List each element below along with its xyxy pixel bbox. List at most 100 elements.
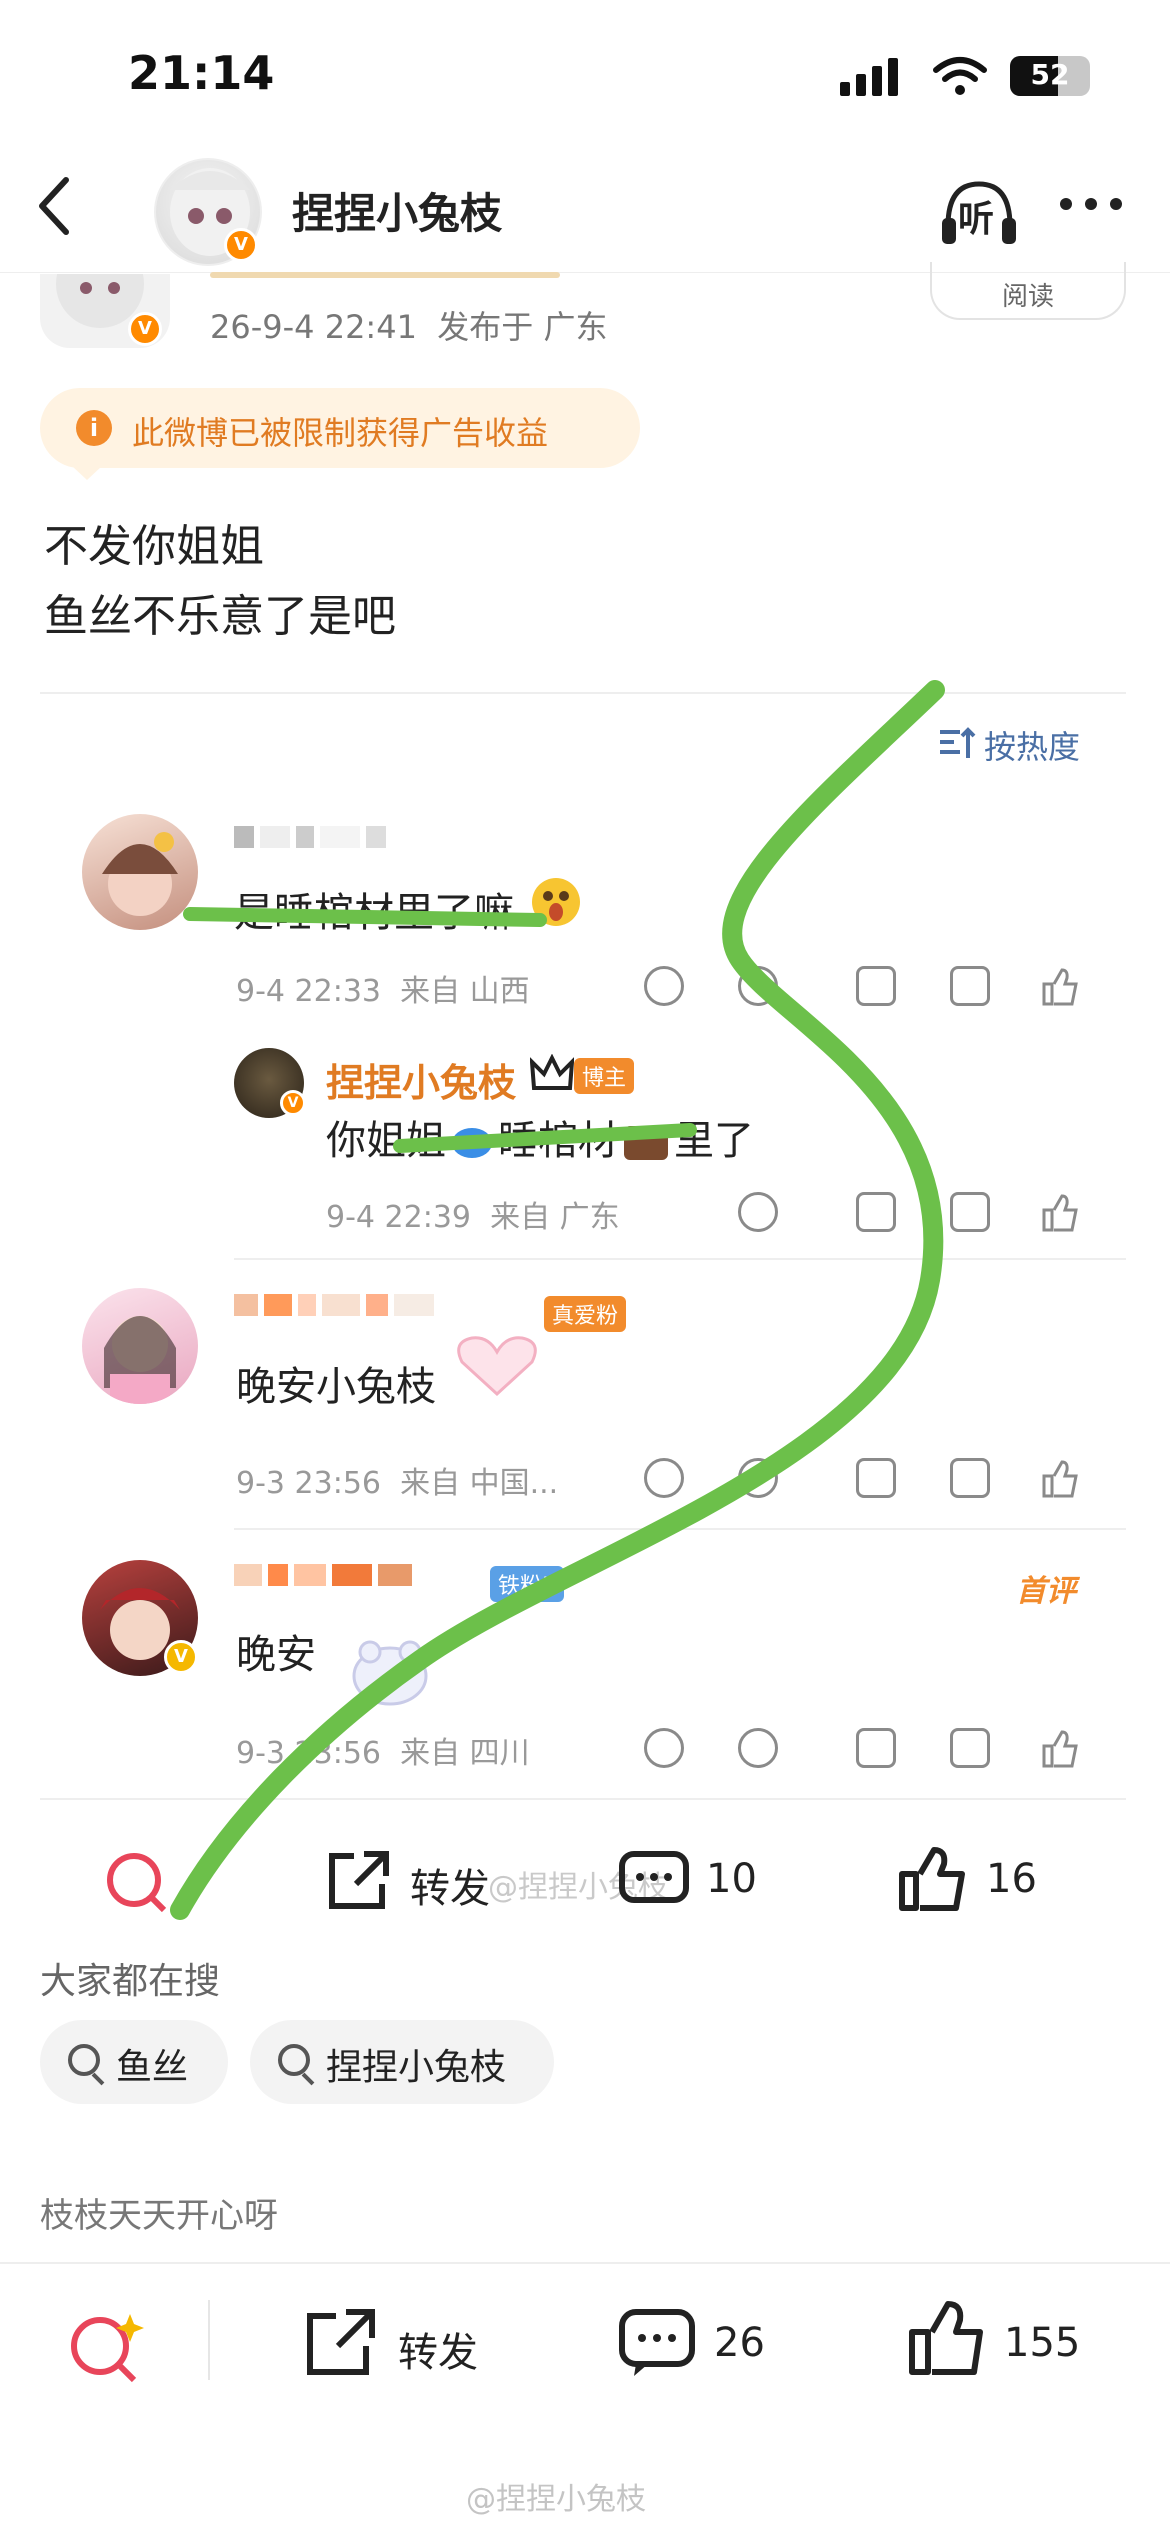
- more-icon[interactable]: [1058, 196, 1124, 212]
- post-date: 26-9-4 22:41 发布于 广东: [210, 302, 607, 348]
- wifi-icon: [933, 57, 987, 95]
- comment-meta: 9-4 22:33 来自 山西: [236, 966, 530, 1010]
- reply-time: 9-4 22:39: [326, 1200, 471, 1235]
- share-icon[interactable]: [856, 966, 896, 1006]
- post-line-2: 鱼丝不乐意了是吧: [44, 591, 396, 642]
- report-icon[interactable]: [644, 1728, 684, 1768]
- comment-meta: 9-3 23:56 来自 四川: [236, 1728, 530, 1772]
- dislike-icon[interactable]: [738, 966, 778, 1006]
- avatar-illustration: [104, 1316, 176, 1404]
- like-icon[interactable]: [898, 1844, 970, 1912]
- super-search-icon[interactable]: [104, 1850, 174, 1912]
- share-icon[interactable]: [856, 1458, 896, 1498]
- comment-actions: [640, 1728, 1080, 1768]
- header-author-name[interactable]: 捏捏小兔枝: [292, 180, 502, 241]
- reply-text-b: 睡棺材: [498, 1118, 618, 1164]
- like-icon[interactable]: [1040, 1192, 1080, 1232]
- search-section-title: 大家都在搜: [40, 1961, 221, 2002]
- verified-badge-icon: V: [128, 312, 162, 346]
- comments-end-divider: [40, 1798, 1126, 1800]
- dislike-icon[interactable]: [738, 1192, 778, 1232]
- reply-icon[interactable]: [950, 1728, 990, 1768]
- pill-pointer-icon: [72, 466, 102, 480]
- repost-label[interactable]: 转发: [398, 2320, 478, 2378]
- verified-badge-icon: V: [224, 228, 258, 262]
- like-icon[interactable]: [1040, 1458, 1080, 1498]
- status-icons: 52: [840, 56, 1090, 96]
- reply-icon[interactable]: [950, 966, 990, 1006]
- sort-by-hot[interactable]: 按热度: [984, 722, 1080, 768]
- reply-author-name[interactable]: 捏捏小兔枝: [326, 1052, 516, 1107]
- reply-icon[interactable]: [950, 1192, 990, 1232]
- like-icon[interactable]: [1040, 1728, 1080, 1768]
- like-count: 155: [1004, 2320, 1081, 2366]
- commenter-avatar[interactable]: [82, 1288, 198, 1404]
- super-search-icon[interactable]: [64, 2308, 148, 2384]
- search-icon: [68, 2044, 100, 2076]
- read-count-pill: 阅读: [930, 262, 1126, 320]
- comment-actions: [640, 1458, 1080, 1498]
- emoji-icon: [452, 1128, 492, 1158]
- verified-badge-icon: V: [164, 1640, 198, 1674]
- report-icon[interactable]: [644, 966, 684, 1006]
- search-icon: [278, 2044, 310, 2076]
- comment-icon[interactable]: [618, 1850, 690, 1912]
- surprised-emoji-icon: [532, 878, 580, 926]
- comment-location: 来自 四川: [400, 1736, 530, 1771]
- post-divider: [40, 692, 1126, 694]
- comment-meta: 9-3 23:56 来自 中国...: [236, 1458, 558, 1502]
- comment-icon[interactable]: [618, 2308, 696, 2378]
- search-chip[interactable]: 鱼丝: [40, 2020, 228, 2104]
- comment-time: 9-4 22:33: [236, 974, 381, 1009]
- footer-watermark: @捏捏小兔枝: [466, 2482, 646, 2517]
- like-count: 16: [986, 1856, 1037, 1902]
- reply-icon[interactable]: [950, 1458, 990, 1498]
- battery-level: 52: [1030, 58, 1070, 91]
- post-line-1: 不发你姐姐: [44, 521, 264, 572]
- like-icon[interactable]: [908, 2298, 986, 2378]
- bear-sticker-icon: [352, 1640, 428, 1706]
- comment-location: 来自 山西: [400, 974, 530, 1009]
- green-annotation-stroke: [170, 680, 945, 1920]
- commenter-name-blurred: [234, 1564, 418, 1590]
- like-icon[interactable]: [1040, 966, 1080, 1006]
- dislike-icon[interactable]: [738, 1458, 778, 1498]
- comment-divider: [234, 1258, 1126, 1260]
- post-author-name-cut: [210, 272, 560, 278]
- repost-icon[interactable]: [302, 2306, 380, 2378]
- comment-actions: [640, 966, 1080, 1006]
- search-chip-label: 捏捏小兔枝: [326, 2047, 507, 2088]
- comment-count: 26: [714, 2320, 765, 2366]
- ad-restriction-notice: i 此微博已被限制获得广告收益: [40, 388, 640, 468]
- signal-icon: [840, 58, 898, 96]
- comment-location: 来自 中国...: [400, 1466, 559, 1501]
- dislike-icon[interactable]: [738, 1728, 778, 1768]
- comment-time: 9-3 23:56: [236, 1466, 381, 1501]
- commenter-avatar[interactable]: [82, 814, 198, 930]
- avatar-illustration: [102, 832, 178, 916]
- comment-text: 晚安小兔枝: [236, 1364, 436, 1410]
- repost-label[interactable]: 转发: [410, 1856, 490, 1914]
- true-fan-badge: 真爱粉: [544, 1296, 627, 1332]
- share-icon[interactable]: [856, 1192, 896, 1232]
- reply-meta: 9-4 22:39 来自 广东: [326, 1192, 620, 1236]
- post-location: 发布于 广东: [437, 308, 608, 346]
- sort-icon[interactable]: [938, 726, 976, 760]
- reply-actions: [640, 1192, 1080, 1232]
- listen-label: 听: [958, 199, 995, 240]
- status-time: 21:14: [128, 46, 275, 100]
- info-icon: i: [76, 410, 112, 446]
- back-icon[interactable]: [34, 176, 74, 236]
- post-date-value: 26-9-4 22:41: [210, 308, 417, 346]
- repost-icon[interactable]: [324, 1848, 394, 1912]
- comment-count: 10: [706, 1856, 757, 1902]
- share-icon[interactable]: [856, 1728, 896, 1768]
- verified-badge-icon: V: [280, 1090, 306, 1116]
- comment-time: 9-3 23:56: [236, 1736, 381, 1771]
- next-post-preview[interactable]: 枝枝天天开心呀: [40, 2188, 278, 2237]
- search-chip-label: 鱼丝: [116, 2047, 189, 2088]
- search-chip[interactable]: 捏捏小兔枝: [250, 2020, 554, 2104]
- commenter-name-blurred: [234, 1294, 440, 1320]
- comment-text: 是睡棺材里了嘛: [234, 890, 514, 936]
- report-icon[interactable]: [644, 1458, 684, 1498]
